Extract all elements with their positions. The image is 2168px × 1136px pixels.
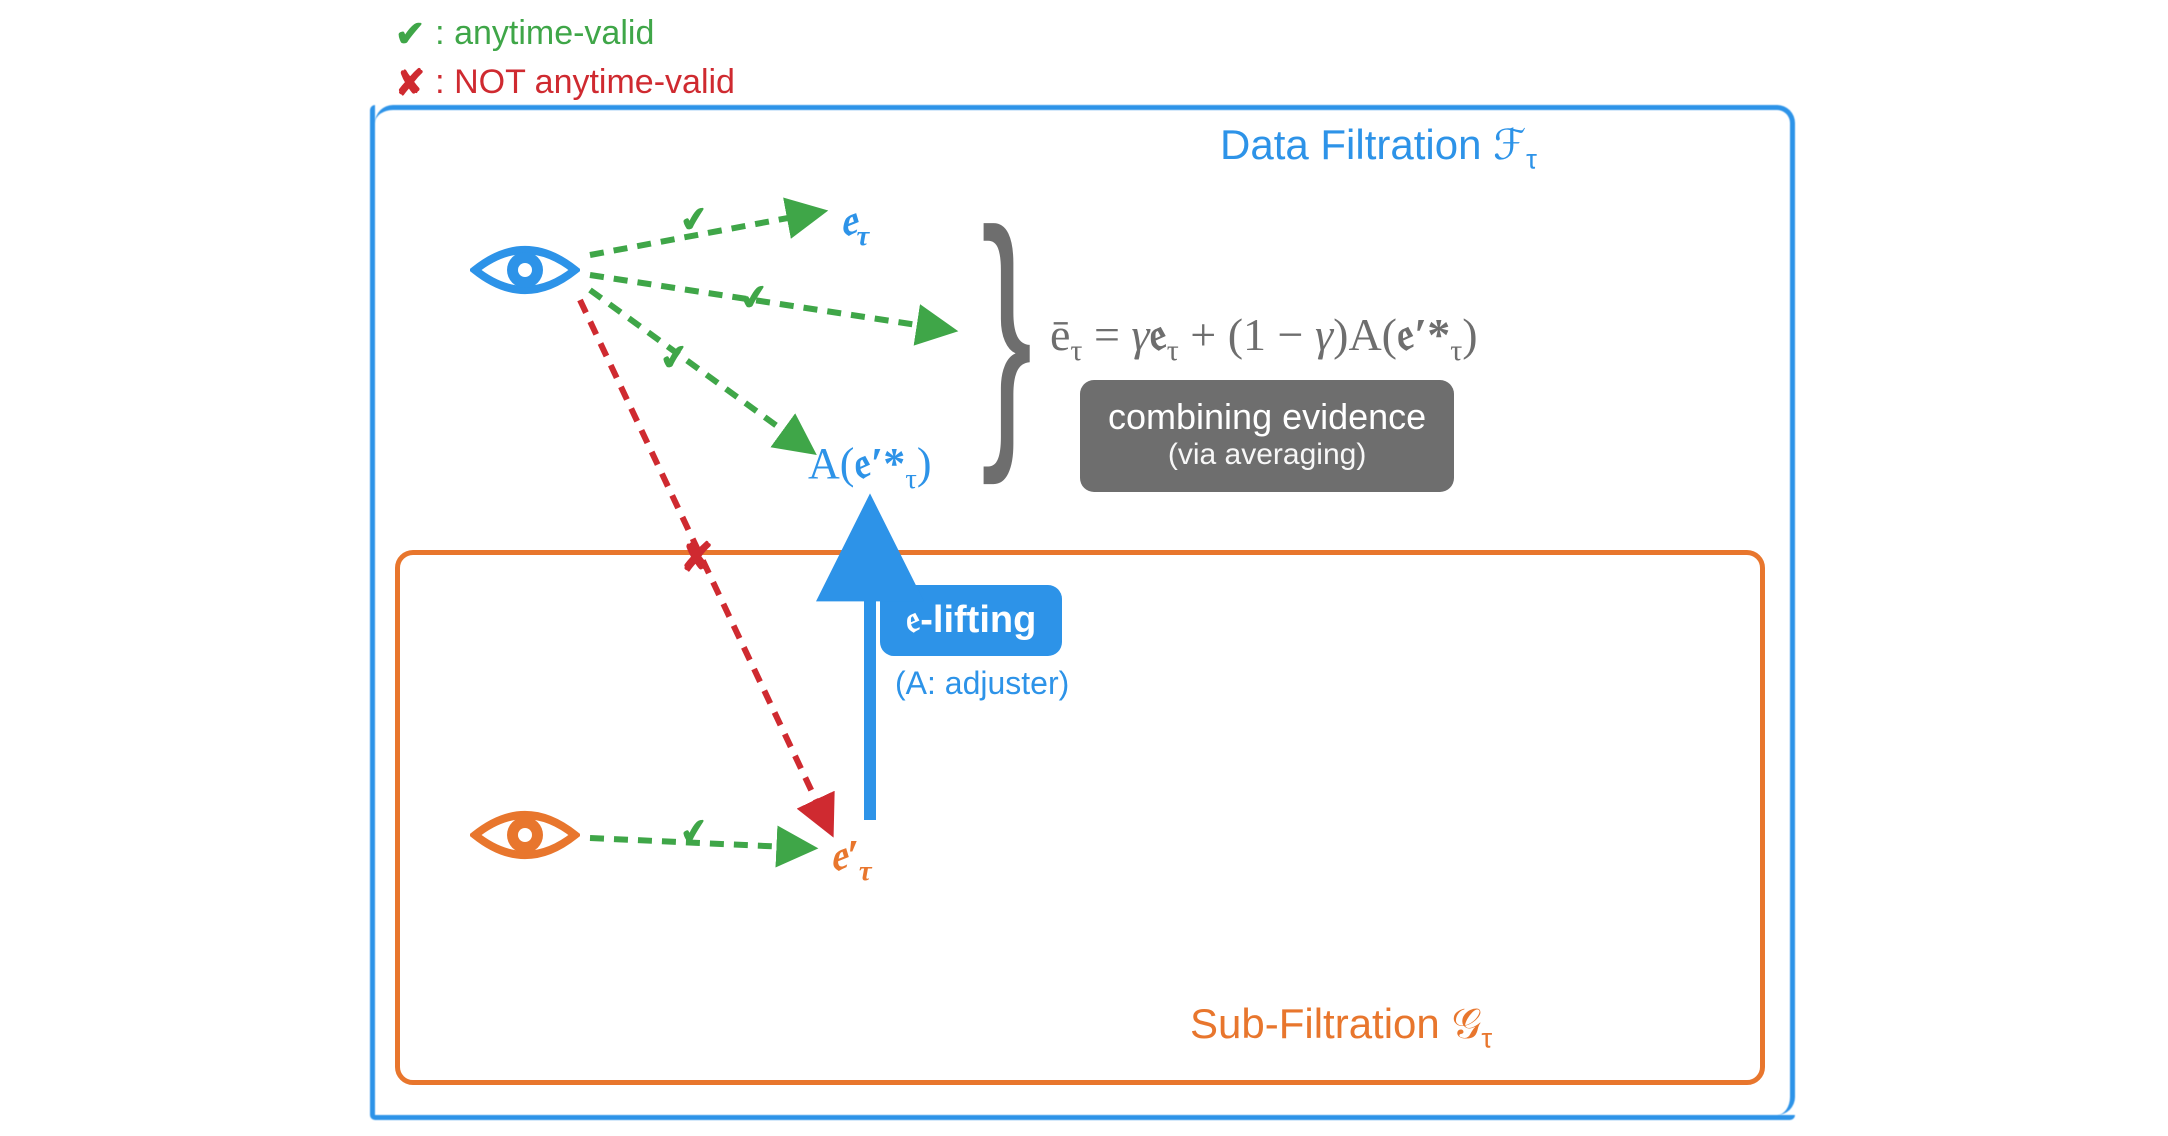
sub-filtration-title: Sub-Filtration 𝒢τ [1190, 1000, 1492, 1054]
check-icon: ✔ [737, 276, 771, 320]
legend-valid-text: : anytime-valid [435, 11, 654, 57]
check-icon: ✔ [677, 198, 711, 242]
check-icon: ✔ [657, 336, 691, 380]
data-filtration-prefix: Data Filtration [1220, 121, 1493, 168]
node-e-tau-prime: 𝔢′τ [830, 830, 872, 888]
e-tau-prime-sub: τ [859, 856, 872, 887]
sub-filtration-prefix: Sub-Filtration [1190, 1000, 1451, 1047]
tau-sub: τ [1526, 143, 1537, 174]
e-lifting-label: 𝔢-lifting [906, 599, 1036, 641]
combined-formula: ēτ = γ𝔢τ + (1 − γ)A(𝔢′*τ) [1050, 308, 1478, 368]
brace-icon: } [981, 190, 1032, 470]
legend-invalid-text: : NOT anytime-valid [435, 60, 735, 106]
e-lifting-badge: 𝔢-lifting [880, 585, 1062, 656]
combining-evidence-line1: combining evidence [1108, 396, 1426, 438]
legend-invalid-row: ✘ : NOT anytime-valid [395, 59, 735, 108]
sub-filtration-box [395, 550, 1765, 1085]
data-filtration-title: Data Filtration ℱτ [1220, 120, 1537, 175]
adjuster-label: (A: adjuster) [895, 665, 1069, 702]
node-a-e-tau: A(𝔢′*τ) [808, 438, 931, 496]
legend: ✔ : anytime-valid ✘ : NOT anytime-valid [395, 10, 735, 107]
eye-icon-blue [470, 235, 580, 305]
e-tau-sub: τ [857, 221, 870, 252]
x-icon: ✘ [395, 59, 425, 108]
combining-evidence-line2: (via averaging) [1108, 438, 1426, 472]
eye-icon-orange [470, 800, 580, 870]
x-icon: ✘ [680, 535, 714, 581]
diagram-stage: ✔ : anytime-valid ✘ : NOT anytime-valid … [340, 0, 1830, 1136]
check-icon: ✔ [395, 10, 425, 59]
tau-sub-2: τ [1481, 1022, 1492, 1053]
filtration-symbol-g: 𝒢 [1451, 1002, 1481, 1048]
e-tau-symbol: 𝔢 [840, 196, 857, 245]
legend-valid-row: ✔ : anytime-valid [395, 10, 735, 59]
filtration-symbol-f: ℱ [1493, 123, 1526, 169]
a-e-tau-sub: τ [905, 464, 917, 495]
combining-evidence-badge: combining evidence (via averaging) [1080, 380, 1454, 492]
check-icon: ✔ [677, 810, 711, 854]
node-e-tau: 𝔢τ [840, 195, 869, 253]
e-tau-prime-symbol: 𝔢′ [830, 831, 859, 880]
